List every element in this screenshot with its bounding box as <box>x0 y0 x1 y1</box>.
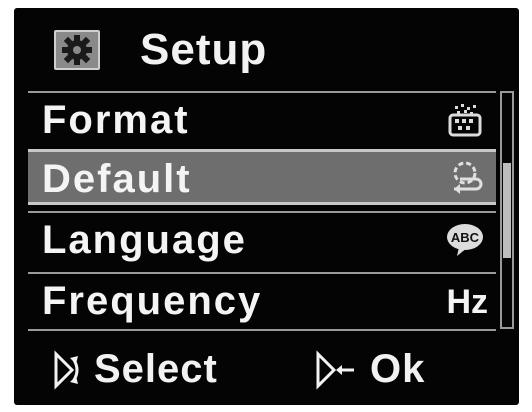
abc-bubble-icon: ABC <box>444 219 486 261</box>
ok-hint: Ok <box>314 347 425 392</box>
footer: Select Ok <box>14 343 519 403</box>
dpad-updown-icon <box>54 349 79 390</box>
format-icon <box>444 99 486 141</box>
menu-item-label: Default <box>42 157 192 201</box>
page-title: Setup <box>140 25 268 74</box>
menu-item-language[interactable]: Language ABC <box>28 211 496 267</box>
header: Setup <box>14 8 519 86</box>
scrollbar-thumb[interactable] <box>503 163 511 258</box>
scrollbar[interactable] <box>500 91 514 329</box>
setup-menu: Format Default Language ABC Frequency Hz <box>28 91 496 331</box>
menu-item-label: Frequency <box>42 279 263 323</box>
menu-item-label: Language <box>42 218 247 262</box>
menu-item-format[interactable]: Format <box>28 91 496 147</box>
menu-item-label: Format <box>42 98 190 142</box>
svg-text:ABC: ABC <box>451 230 480 245</box>
menu-item-frequency[interactable]: Frequency Hz <box>28 272 496 328</box>
select-hint-label: Select <box>94 347 218 391</box>
menu-divider <box>28 329 496 331</box>
dpad-ok-icon <box>316 349 354 390</box>
camera-screen: Setup Format Default Language ABC Freque… <box>14 8 519 405</box>
hz-icon: Hz <box>446 283 488 321</box>
menu-item-default[interactable]: Default <box>28 149 496 205</box>
select-hint: Select <box>50 347 218 392</box>
reset-gear-icon <box>444 158 486 200</box>
gear-icon <box>54 30 100 70</box>
ok-hint-label: Ok <box>370 347 426 391</box>
